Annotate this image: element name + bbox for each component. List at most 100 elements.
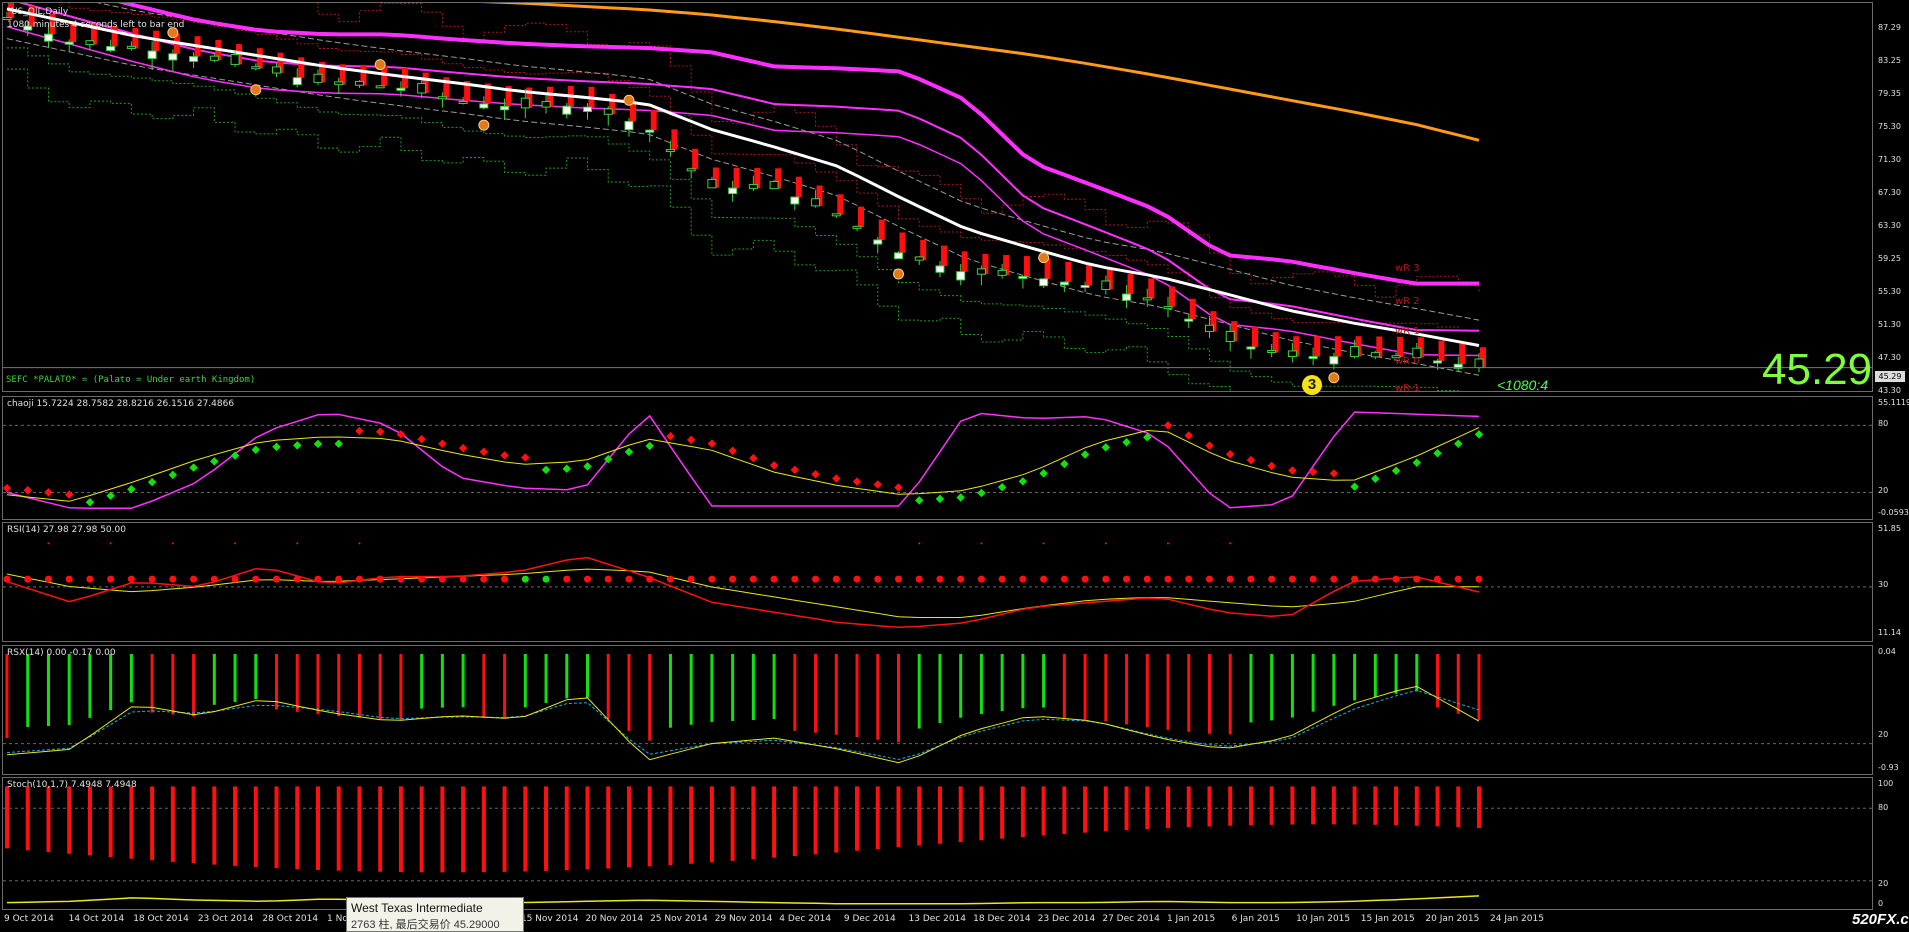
rsx-bull-bar: [938, 654, 942, 724]
bear-dot: [438, 439, 447, 449]
bear-dot: [293, 575, 301, 583]
rsx-label: RSX(14) 0.00 -0.17 0.00: [7, 648, 116, 658]
bear-dot: [355, 575, 363, 583]
rsx-bear-bar: [876, 654, 880, 740]
stoch-bar: [917, 786, 922, 846]
candle-body: [1225, 330, 1235, 342]
bear-dot: [1123, 575, 1131, 583]
candle-body: [645, 129, 655, 133]
bear-dot: [1163, 421, 1173, 430]
rsx-bull-bar: [565, 654, 569, 699]
rsx-bull-bar: [254, 654, 258, 700]
bull-dot: [562, 464, 572, 474]
candle-body: [728, 187, 738, 195]
bear-dot: [23, 486, 32, 495]
rsx-bull-bar: [461, 654, 465, 708]
candle-body: [873, 239, 883, 245]
overbought-dot: [918, 542, 921, 545]
price-tick: 47.30: [1878, 353, 1901, 362]
price-tick: 87.29: [1878, 23, 1901, 32]
date-tick: 15 Jan 2015: [1360, 914, 1415, 924]
chaoji-svg: [3, 411, 1872, 509]
red-trend-bar: [899, 232, 906, 253]
chaoji-panel[interactable]: chaoji 15.7224 28.7582 28.8216 26.1516 2…: [2, 396, 1873, 520]
bear-dot: [1205, 575, 1213, 583]
bear-dot: [501, 575, 509, 583]
stoch-bar: [1103, 786, 1108, 832]
rsx-bull-bar: [1270, 654, 1274, 721]
rsx-bull-bar: [109, 654, 113, 711]
rsx-bear-bar: [814, 654, 818, 733]
rsx-bear-bar: [1456, 654, 1460, 714]
bear-dot: [1413, 575, 1421, 583]
candle-body: [1474, 358, 1484, 369]
bear-dot: [169, 575, 177, 583]
rsx-bear-bar: [1187, 654, 1191, 732]
date-tick: 28 Oct 2014: [262, 914, 319, 924]
wave-marker-3: 3: [1302, 375, 1322, 395]
mid-lower-dotted: [7, 47, 1459, 391]
bull-dot: [935, 494, 945, 504]
bull-dot: [230, 451, 240, 460]
bear-dot: [86, 575, 94, 583]
bear-dot: [500, 451, 509, 460]
stoch-bar: [1435, 786, 1440, 827]
rsx-bull-bar: [88, 654, 92, 718]
candle-body: [707, 179, 717, 189]
stoch-bar: [1207, 786, 1212, 827]
candle-body: [1122, 293, 1132, 301]
bear-dot: [355, 426, 364, 436]
overbought-dot: [296, 542, 299, 545]
bull-dot: [313, 439, 323, 449]
overbought-dot: [1229, 542, 1232, 545]
rsx-panel[interactable]: RSX(14) 0.00 -0.17 0.00: [2, 645, 1873, 775]
price-tick: 67.30: [1878, 188, 1901, 197]
bull-dot: [251, 445, 261, 455]
bull-dot: [624, 447, 634, 457]
bear-dot: [812, 575, 820, 583]
stoch-bar: [212, 786, 217, 865]
red-trend-bar: [692, 148, 699, 170]
bear-dot: [873, 480, 883, 489]
stoch-bar: [564, 786, 569, 871]
stoch-bar: [1041, 786, 1046, 836]
price-panel[interactable]: US_OIL,Daily 1080 minutes 4 seconds left…: [2, 2, 1873, 392]
candle-body: [1308, 356, 1318, 360]
bear-dot: [584, 575, 592, 583]
rsx-bear-bar: [1104, 654, 1108, 722]
rsi-tick: 51.85: [1878, 524, 1901, 533]
rsi-svg: [3, 542, 1872, 629]
bear-dot: [894, 483, 903, 492]
rsi-panel[interactable]: RSI(14) 27.98 27.98 50.00: [2, 522, 1873, 642]
candle-body: [313, 73, 323, 83]
rsx-bull-bar: [1021, 654, 1025, 709]
rsx-bear-bar: [793, 654, 797, 731]
stoch-panel[interactable]: Stoch(10,1,7) 7.4948 7.4948: [2, 777, 1873, 910]
stoch-bar: [1186, 786, 1191, 828]
stoch-bar: [233, 786, 238, 866]
candle-body: [209, 55, 219, 61]
bear-dot: [769, 461, 779, 470]
rsx-yellow-line: [6, 685, 1480, 764]
red-trend-bar: [1251, 326, 1258, 347]
rsx-bear-bar: [503, 654, 507, 719]
bear-dot: [936, 575, 944, 583]
candle-body: [831, 213, 841, 217]
price-tick: 71.30: [1878, 155, 1901, 164]
rsx-bull-bar: [523, 654, 527, 708]
overbought-dot: [171, 542, 174, 545]
wr-label-1: wR 1: [1395, 326, 1420, 337]
chaoji-tick: 55.1119: [1878, 398, 1909, 407]
rsx-bear-bar: [192, 654, 196, 717]
stoch-bar: [1000, 786, 1005, 839]
rsx-bear-bar: [627, 654, 631, 731]
rsx-bull-bar: [917, 654, 921, 729]
candle-body: [417, 83, 427, 94]
red-trend-bar: [1334, 336, 1341, 357]
stoch-bar: [585, 786, 590, 870]
red-trend-bar: [1314, 336, 1321, 357]
bear-dot: [252, 575, 260, 583]
wr-label-minus1: wR-1: [1395, 383, 1420, 394]
bull-dot: [997, 482, 1007, 492]
candle-body: [748, 183, 758, 189]
